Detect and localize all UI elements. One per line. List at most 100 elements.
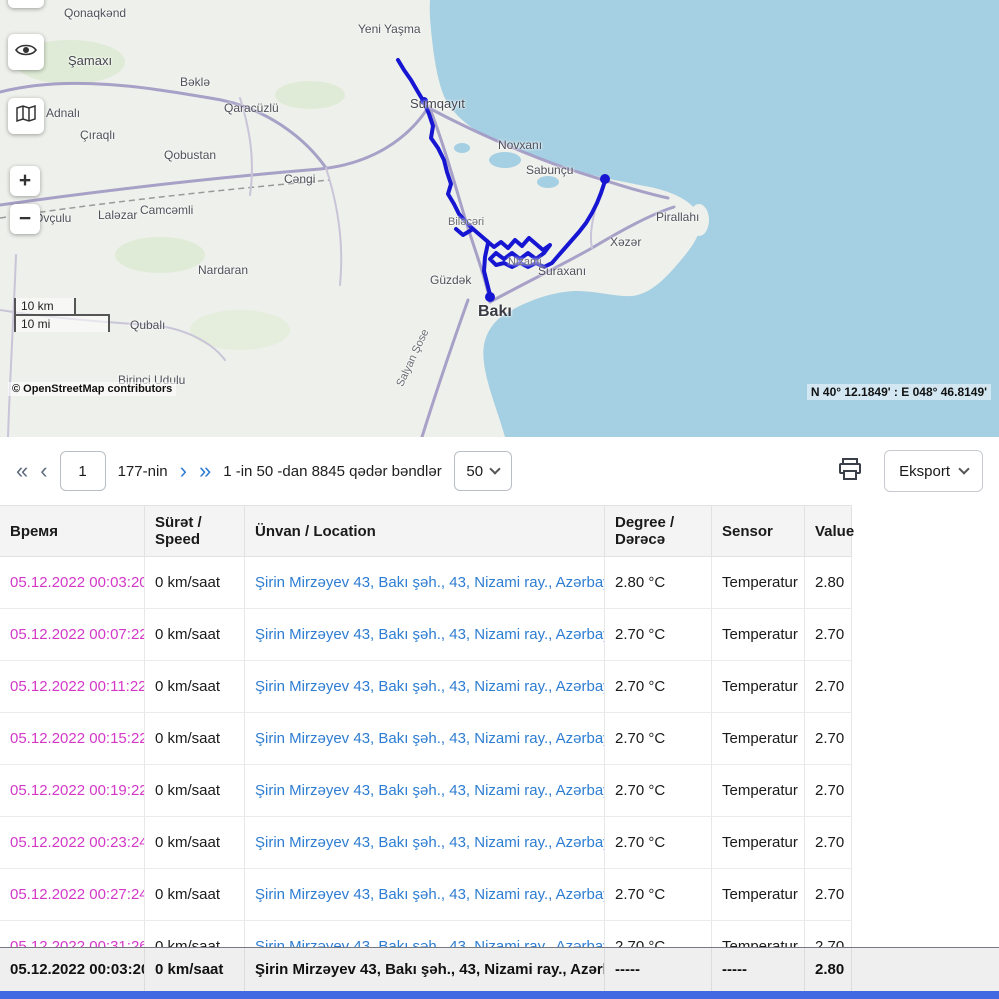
cell-speed: 0 km/saat [145,557,245,608]
pagination-bar: « ‹ 177-nin › » 1 -in 50 -dan 8845 qədər… [0,437,999,505]
cell-address-link[interactable]: Şirin Mirzəyev 43, Bakı şəh., 43, Nizami… [245,869,605,920]
cell-address-link[interactable]: Şirin Mirzəyev 43, Bakı şəh., 43, Nizami… [245,661,605,712]
page-size-select[interactable]: 50 [454,451,512,491]
map-attribution: © OpenStreetMap contributors [8,382,176,396]
cell-value: 2.70 [805,869,852,920]
cell-speed: 0 km/saat [145,713,245,764]
cell-degree: 2.70 °C [605,609,712,660]
visibility-toggle-button[interactable] [8,34,44,70]
next-page-button[interactable]: › [180,460,187,482]
page-size-value: 50 [466,463,483,480]
cell-sensor: Temperatur [712,713,805,764]
table-row[interactable]: 05.12.2022 00:15:22 0 km/saat Şirin Mirz… [0,713,852,765]
selected-row-summary: 05.12.2022 00:03:20 0 km/saat Şirin Mirz… [0,947,999,991]
cell-degree: 2.80 °C [605,557,712,608]
table-row[interactable]: 05.12.2022 00:23:24 0 km/saat Şirin Mirz… [0,817,852,869]
cell-degree: 2.70 °C [605,817,712,868]
header-location: Ünvan / Location [245,506,605,556]
cell-time: 05.12.2022 00:31:26 [0,921,145,947]
cell-time: 05.12.2022 00:07:22 [0,609,145,660]
map-scale-control: 10 km 10 mi [14,298,110,332]
cell-address-link[interactable]: Şirin Mirzəyev 43, Bakı şəh., 43, Nizami… [245,713,605,764]
summary-value: 2.80 [805,948,852,991]
summary-time: 05.12.2022 00:03:20 [0,948,145,991]
header-value: Value [805,506,852,556]
zoom-in-button[interactable]: + [10,166,40,196]
track-endpoint-marker [600,174,610,184]
cell-value: 2.80 [805,557,852,608]
page-number-input[interactable] [60,451,106,491]
printer-icon [838,458,862,485]
cell-address-link[interactable]: Şirin Mirzəyev 43, Bakı şəh., 43, Nizami… [245,921,605,947]
export-button[interactable]: Eksport [884,450,983,492]
table-header: Время Sürət / Speed Ünvan / Location Deg… [0,505,852,557]
table-row[interactable]: 05.12.2022 00:27:24 0 km/saat Şirin Mirz… [0,869,852,921]
zoom-out-button[interactable]: − [10,204,40,234]
table-row[interactable]: 05.12.2022 00:11:22 0 km/saat Şirin Mirz… [0,661,852,713]
print-button[interactable] [838,458,862,485]
cell-speed: 0 km/saat [145,817,245,868]
cell-speed: 0 km/saat [145,921,245,947]
map-basemap [0,0,999,437]
summary-address: Şirin Mirzəyev 43, Bakı şəh., 43, Nizami… [245,948,605,991]
cell-address-link[interactable]: Şirin Mirzəyev 43, Bakı şəh., 43, Nizami… [245,609,605,660]
summary-degree: ----- [605,948,712,991]
minus-icon: − [19,207,31,231]
plus-icon: + [19,169,31,193]
prev-page-button[interactable]: ‹ [40,460,47,482]
records-range-label: 1 -in 50 -dan 8845 qədər bəndlər [223,463,442,480]
track-sumqayit-marker [420,97,428,105]
cell-degree: 2.70 °C [605,765,712,816]
table-body: 05.12.2022 00:03:20 0 km/saat Şirin Mirz… [0,557,999,947]
cell-degree: 2.70 °C [605,713,712,764]
chevron-down-icon [958,463,969,474]
cell-time: 05.12.2022 00:23:24 [0,817,145,868]
cell-value: 2.70 [805,921,852,947]
first-page-button[interactable]: « [16,460,28,482]
cell-value: 2.70 [805,765,852,816]
cell-time: 05.12.2022 00:03:20 [0,557,145,608]
table-row[interactable]: 05.12.2022 00:31:26 0 km/saat Şirin Mirz… [0,921,852,947]
header-speed: Sürət / Speed [145,506,245,556]
cell-address-link[interactable]: Şirin Mirzəyev 43, Bakı şəh., 43, Nizami… [245,817,605,868]
last-page-button[interactable]: » [199,460,211,482]
header-time: Время [0,506,145,556]
summary-speed: 0 km/saat [145,948,245,991]
cell-degree: 2.70 °C [605,661,712,712]
table-row[interactable]: 05.12.2022 00:19:22 0 km/saat Şirin Mirz… [0,765,852,817]
table-row[interactable]: 05.12.2022 00:07:22 0 km/saat Şirin Mirz… [0,609,852,661]
cell-time: 05.12.2022 00:11:22 [0,661,145,712]
cell-address-link[interactable]: Şirin Mirzəyev 43, Bakı şəh., 43, Nizami… [245,557,605,608]
cell-speed: 0 km/saat [145,609,245,660]
cell-speed: 0 km/saat [145,765,245,816]
cell-value: 2.70 [805,713,852,764]
cell-degree: 2.70 °C [605,869,712,920]
cell-degree: 2.70 °C [605,921,712,947]
cell-sensor: Temperatur [712,661,805,712]
track-baku-marker [485,292,495,302]
cell-sensor: Temperatur [712,557,805,608]
cell-value: 2.70 [805,609,852,660]
cell-time: 05.12.2022 00:27:24 [0,869,145,920]
table-row[interactable]: 05.12.2022 00:03:20 0 km/saat Şirin Mirz… [0,557,852,609]
header-degree: Degree / Dərəcə [605,506,712,556]
summary-sensor: ----- [712,948,805,991]
cell-value: 2.70 [805,817,852,868]
cell-value: 2.70 [805,661,852,712]
cell-sensor: Temperatur [712,869,805,920]
coordinates-readout: N 40° 12.1849' : E 048° 46.8149' [807,384,991,400]
total-pages-label: 177-nin [118,463,168,480]
header-sensor: Sensor [712,506,805,556]
chevron-down-icon [489,463,500,474]
map-control-partial[interactable] [8,0,44,8]
cell-address-link[interactable]: Şirin Mirzəyev 43, Bakı şəh., 43, Nizami… [245,765,605,816]
export-button-label: Eksport [899,463,950,480]
map-layers-button[interactable] [8,98,44,134]
cell-speed: 0 km/saat [145,661,245,712]
horizontal-scrollbar[interactable] [0,991,999,999]
cell-time: 05.12.2022 00:19:22 [0,765,145,816]
cell-sensor: Temperatur [712,765,805,816]
cell-sensor: Temperatur [712,817,805,868]
cell-speed: 0 km/saat [145,869,245,920]
map-canvas[interactable]: Qonaqkənd Yeni Yaşma Şamaxı Bəklə Qaracü… [0,0,999,437]
